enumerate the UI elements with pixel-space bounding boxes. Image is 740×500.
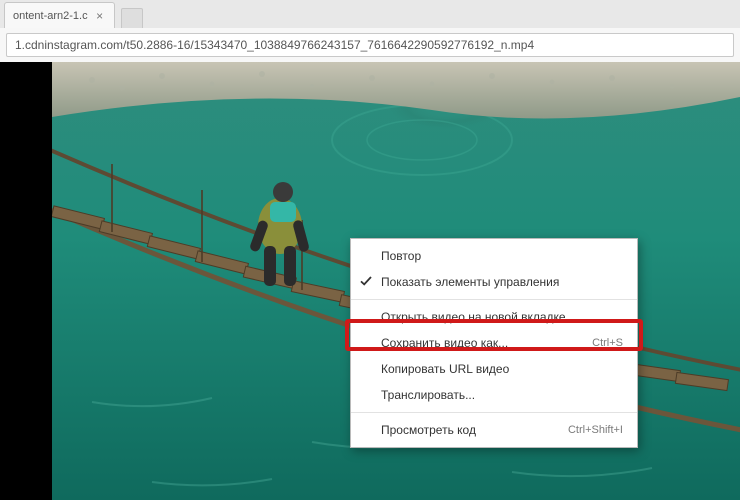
browser-chrome: ontent-arn2-1.c × 1.cdninstagram.com/t50… [0, 0, 740, 62]
ctx-label: Транслировать... [381, 388, 623, 402]
browser-tab[interactable]: ontent-arn2-1.c × [4, 2, 115, 28]
url-bar[interactable]: 1.cdninstagram.com/t50.2886-16/15343470_… [6, 33, 734, 57]
ctx-item-copy-video-url[interactable]: Копировать URL видео [351, 356, 637, 382]
video-context-menu: Повтор Показать элементы управления Откр… [350, 238, 638, 448]
ctx-item-inspect[interactable]: Просмотреть код Ctrl+Shift+I [351, 417, 637, 443]
address-row: 1.cdninstagram.com/t50.2886-16/15343470_… [0, 28, 740, 62]
ctx-label: Открыть видео на новой вкладке [381, 310, 623, 324]
ctx-item-show-controls[interactable]: Показать элементы управления [351, 269, 637, 295]
tab-strip: ontent-arn2-1.c × [0, 0, 740, 28]
page-viewport: Повтор Показать элементы управления Откр… [0, 62, 740, 500]
ctx-label: Просмотреть код [381, 423, 568, 437]
ctx-shortcut: Ctrl+Shift+I [568, 424, 623, 436]
ctx-item-open-new-tab[interactable]: Открыть видео на новой вкладке [351, 304, 637, 330]
menu-separator [351, 412, 637, 413]
new-tab-button[interactable] [121, 8, 143, 28]
ctx-label: Повтор [381, 249, 623, 263]
ctx-item-save-video-as[interactable]: Сохранить видео как... Ctrl+S [351, 330, 637, 356]
ctx-shortcut: Ctrl+S [592, 337, 623, 349]
tab-title: ontent-arn2-1.c [13, 10, 88, 22]
ctx-item-cast[interactable]: Транслировать... [351, 382, 637, 408]
close-icon[interactable]: × [94, 10, 106, 22]
check-icon [360, 275, 372, 287]
ctx-label: Показать элементы управления [381, 275, 623, 289]
menu-separator [351, 299, 637, 300]
ctx-label: Копировать URL видео [381, 362, 623, 376]
ctx-item-loop[interactable]: Повтор [351, 243, 637, 269]
url-text: 1.cdninstagram.com/t50.2886-16/15343470_… [15, 38, 534, 52]
ctx-label: Сохранить видео как... [381, 336, 592, 350]
